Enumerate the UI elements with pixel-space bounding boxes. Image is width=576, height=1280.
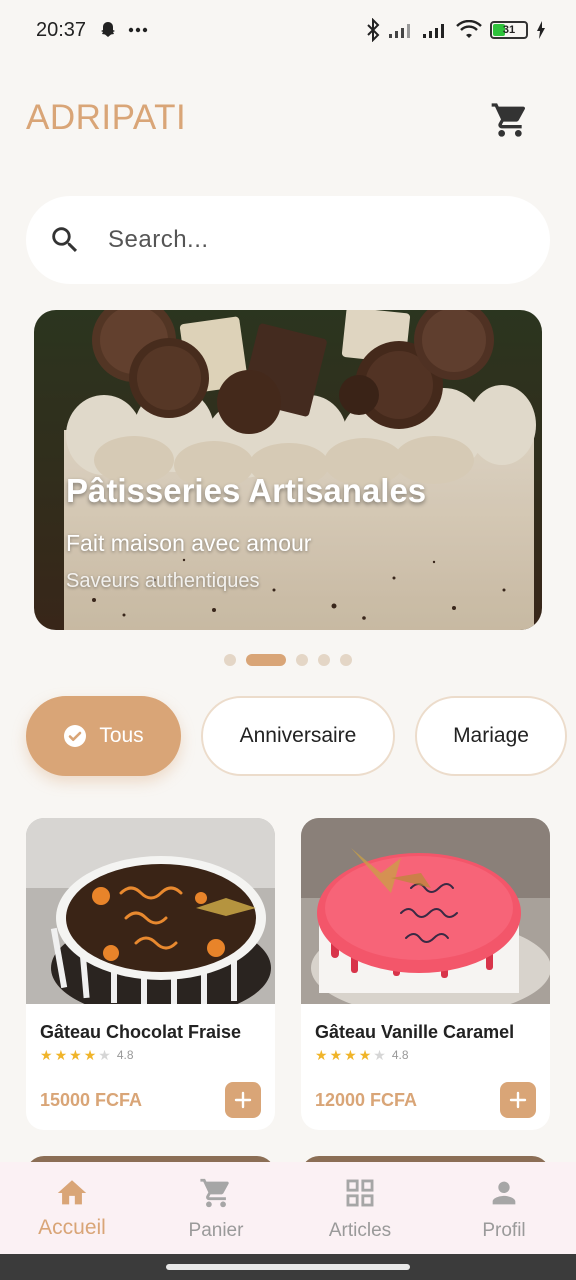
star-icon: ★ <box>358 1047 372 1063</box>
nav-label: Profil <box>482 1220 526 1241</box>
add-to-cart-button[interactable] <box>500 1082 536 1118</box>
wifi-icon <box>456 20 482 38</box>
product-card[interactable]: Gâteau Chocolat Fraise ★ ★ ★ ★ ★ 4.8 15000 F… <box>26 818 275 1130</box>
cart-icon <box>200 1178 229 1208</box>
banner-subtitle: Fait maison avec amour <box>66 530 312 556</box>
product-rating-stars: ★ ★ ★ ★ ★ 4.8 <box>40 1048 134 1062</box>
category-chips: Tous Anniversaire Mariage <box>26 696 567 776</box>
star-empty-icon: ★ <box>98 1047 111 1063</box>
nav-item-panier[interactable]: Panier <box>144 1162 288 1254</box>
nav-item-profil[interactable]: Profil <box>432 1162 576 1254</box>
category-chip-tous[interactable]: Tous <box>26 696 181 776</box>
add-to-cart-button[interactable] <box>225 1082 261 1118</box>
product-name: Gâteau Vanille Caramel <box>315 1022 515 1042</box>
person-icon <box>492 1181 516 1205</box>
bluetooth-icon <box>367 18 380 42</box>
star-icon: ★ <box>329 1047 343 1063</box>
carousel-dot[interactable] <box>340 654 352 666</box>
carousel-dot-active[interactable] <box>246 654 286 666</box>
banner-tagline: Saveurs authentiques <box>66 570 260 592</box>
star-icon: ★ <box>54 1047 68 1063</box>
gesture-handle[interactable] <box>166 1264 410 1270</box>
star-icon: ★ <box>83 1047 97 1063</box>
star-empty-icon: ★ <box>373 1047 386 1063</box>
nav-label: Accueil <box>38 1216 106 1239</box>
carousel-dot[interactable] <box>318 654 330 666</box>
carousel-dot[interactable] <box>296 654 308 666</box>
battery-icon: 31 <box>490 21 528 39</box>
cart-icon[interactable] <box>490 100 530 140</box>
grid-icon <box>346 1179 374 1207</box>
home-icon <box>57 1180 87 1205</box>
status-bar: 20:37 31 <box>0 0 576 62</box>
product-rating: 4.8 <box>391 1048 409 1062</box>
product-rating-stars: ★ ★ ★ ★ ★ 4.8 <box>315 1048 409 1062</box>
carousel-dot[interactable] <box>224 654 236 666</box>
signal-icon <box>389 24 410 38</box>
product-name: Gâteau Chocolat Fraise <box>40 1022 242 1042</box>
promo-banner[interactable]: Pâtisseries Artisanales Fait maison avec… <box>34 310 542 630</box>
more-icon <box>128 27 148 33</box>
charging-icon <box>537 21 545 39</box>
star-icon: ★ <box>40 1047 53 1063</box>
status-time: 20:37 <box>36 19 87 41</box>
product-price: 15000 FCFA <box>40 1090 143 1110</box>
signal-icon-2 <box>423 24 444 38</box>
search-icon <box>52 227 78 253</box>
category-chip-label: Anniversaire <box>239 724 357 747</box>
star-icon: ★ <box>69 1047 82 1063</box>
category-chip-anniversaire[interactable]: Anniversaire <box>201 696 395 776</box>
category-chip-label: Tous <box>99 724 144 747</box>
banner-title: Pâtisseries Artisanales <box>66 472 427 509</box>
product-rating: 4.8 <box>116 1048 134 1062</box>
plus-icon <box>234 1091 252 1109</box>
plus-icon <box>509 1091 527 1109</box>
product-price: 12000 FCFA <box>315 1090 418 1110</box>
product-card[interactable]: Gâteau Vanille Caramel ★ ★ ★ ★ ★ 4.8 12000 F… <box>301 818 550 1130</box>
star-icon: ★ <box>344 1047 357 1063</box>
nav-item-accueil[interactable]: Accueil <box>0 1162 144 1254</box>
nav-item-articles[interactable]: Articles <box>288 1162 432 1254</box>
star-icon: ★ <box>315 1047 328 1063</box>
search-bar[interactable] <box>26 196 550 284</box>
product-image <box>26 818 275 1004</box>
system-navigation-area <box>0 1254 576 1280</box>
search-input[interactable] <box>108 226 488 254</box>
category-chip-mariage[interactable]: Mariage <box>415 696 567 776</box>
check-circle-icon <box>64 725 87 747</box>
carousel-indicator <box>0 654 576 666</box>
nav-label: Panier <box>188 1220 244 1241</box>
nav-label: Articles <box>328 1220 392 1241</box>
snapchat-icon <box>101 22 115 37</box>
category-chip-label: Mariage <box>453 724 529 747</box>
bottom-navigation: Accueil Panier Articles Profil <box>0 1162 576 1254</box>
product-image <box>301 818 550 1004</box>
app-title: ADRIPATI <box>26 98 187 137</box>
